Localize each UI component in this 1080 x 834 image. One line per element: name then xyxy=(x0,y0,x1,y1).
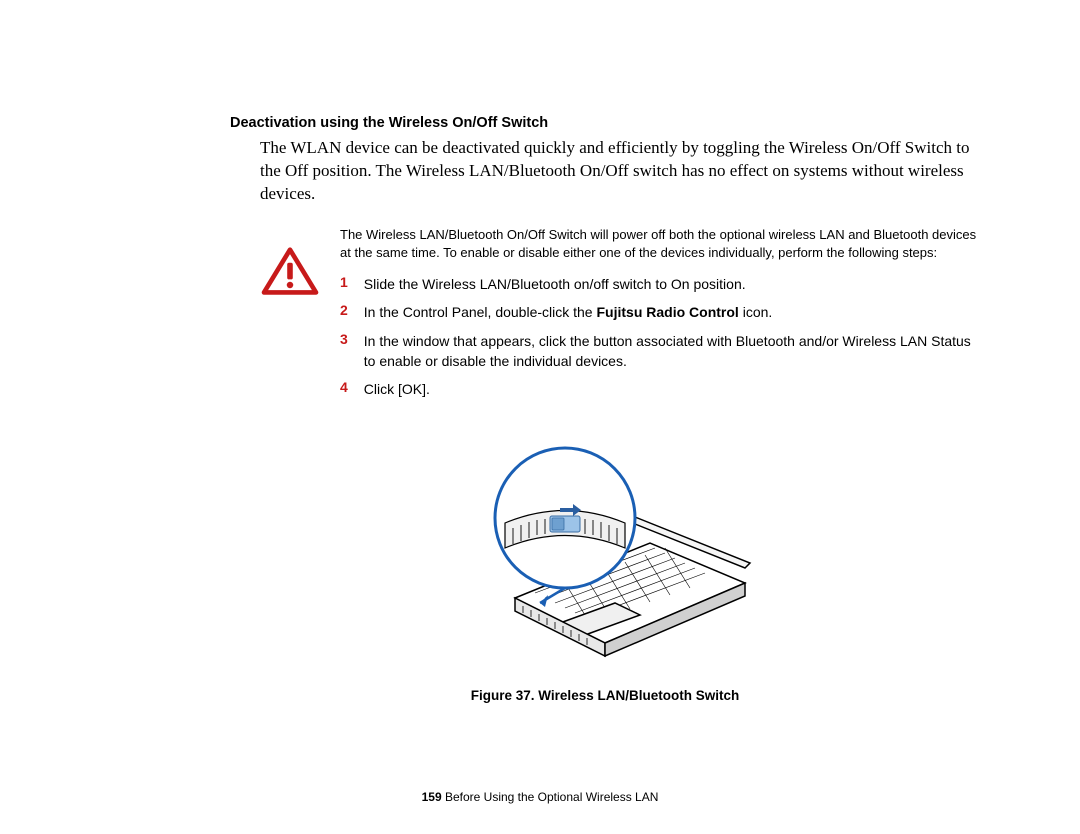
list-item: 3 In the window that appears, click the … xyxy=(340,331,980,380)
step-list: 1 Slide the Wireless LAN/Bluetooth on/of… xyxy=(340,274,980,407)
step-number: 2 xyxy=(340,302,364,330)
section-heading: Deactivation using the Wireless On/Off S… xyxy=(230,115,980,131)
warning-block: The Wireless LAN/Bluetooth On/Off Switch… xyxy=(260,226,980,408)
step-text: In the window that appears, click the bu… xyxy=(364,331,980,380)
figure-image xyxy=(445,428,765,673)
manual-page: Deactivation using the Wireless On/Off S… xyxy=(0,0,1080,834)
page-number: 159 xyxy=(422,790,442,804)
step-number: 3 xyxy=(340,331,364,380)
figure-caption: Figure 37. Wireless LAN/Bluetooth Switch xyxy=(230,688,980,703)
list-item: 2 In the Control Panel, double-click the… xyxy=(340,302,980,330)
warning-content: The Wireless LAN/Bluetooth On/Off Switch… xyxy=(340,226,980,408)
footer-text: Before Using the Optional Wireless LAN xyxy=(442,790,659,804)
step-number: 4 xyxy=(340,379,364,407)
step-text: In the Control Panel, double-click the F… xyxy=(364,302,980,330)
section-body: The WLAN device can be deactivated quick… xyxy=(260,137,980,206)
step-number: 1 xyxy=(340,274,364,302)
step-text: Slide the Wireless LAN/Bluetooth on/off … xyxy=(364,274,980,302)
list-item: 1 Slide the Wireless LAN/Bluetooth on/of… xyxy=(340,274,980,302)
warning-intro: The Wireless LAN/Bluetooth On/Off Switch… xyxy=(340,226,980,262)
step-text: Click [OK]. xyxy=(364,379,980,407)
page-footer: 159 Before Using the Optional Wireless L… xyxy=(0,790,1080,804)
warning-icon xyxy=(260,246,320,408)
list-item: 4 Click [OK]. xyxy=(340,379,980,407)
figure: Figure 37. Wireless LAN/Bluetooth Switch xyxy=(230,428,980,703)
